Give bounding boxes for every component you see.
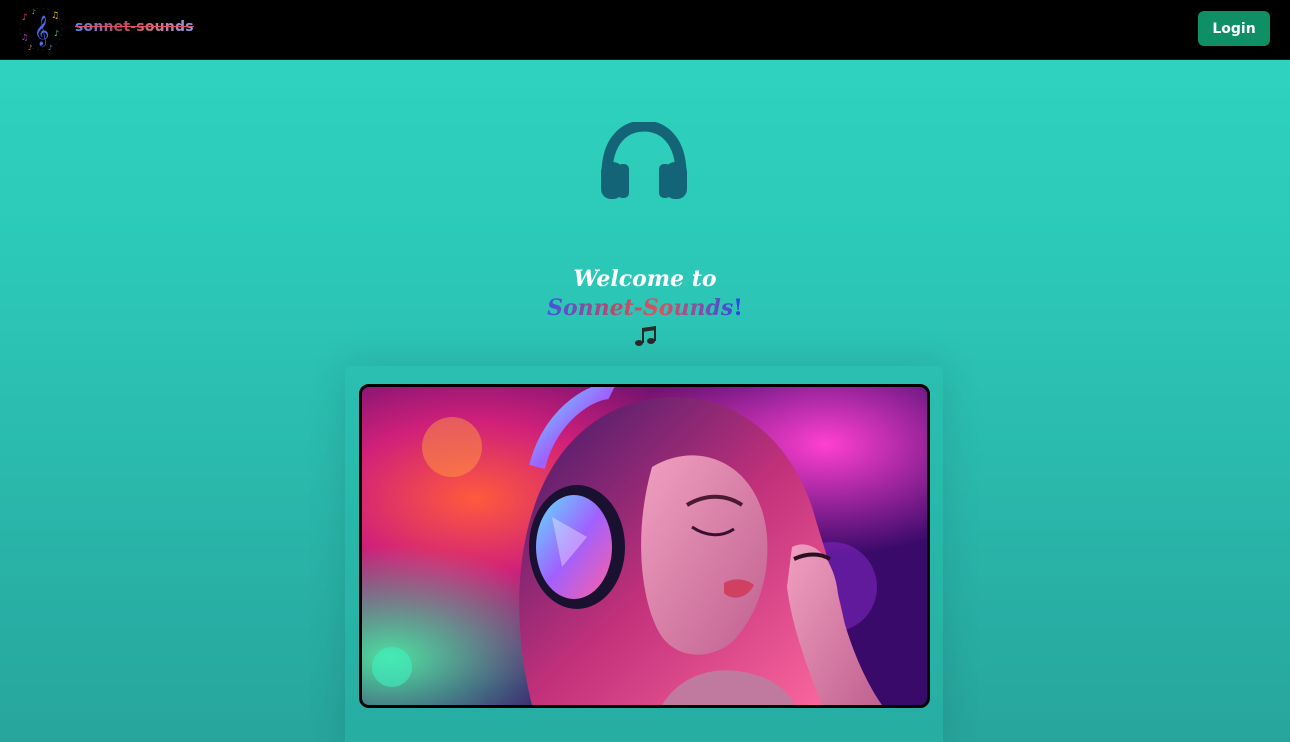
welcome-heading: Welcome to Sonnet-Sounds!: [0, 264, 1290, 348]
svg-text:♪: ♪: [32, 9, 36, 16]
headphones-icon: [601, 122, 687, 199]
welcome-line: Welcome to: [573, 266, 717, 292]
brand-name[interactable]: sonnet-sounds: [75, 19, 194, 35]
welcome-brand: Sonnet-Sounds: [547, 295, 734, 321]
navbar: 𝄞 ♪ ♫ ♪ ♫ ♪ ♪ ♪ sonnet-sounds Login: [0, 0, 1290, 60]
music-notes-logo-icon[interactable]: 𝄞 ♪ ♫ ♪ ♫ ♪ ♪ ♪: [18, 6, 64, 52]
woman-headphones-illustration: [362, 387, 927, 705]
svg-text:♪: ♪: [48, 44, 52, 52]
svg-text:𝄞: 𝄞: [34, 15, 49, 47]
welcome-exclaim: !: [733, 295, 743, 321]
svg-text:♪: ♪: [28, 44, 32, 52]
login-button[interactable]: Login: [1198, 11, 1270, 46]
svg-text:♪: ♪: [22, 13, 28, 23]
hero-image: [359, 384, 930, 708]
welcome-brand-line: Sonnet-Sounds!: [0, 294, 1290, 322]
music-notes-icon: [635, 326, 656, 346]
svg-text:♪: ♪: [54, 29, 59, 38]
svg-text:♫: ♫: [51, 11, 59, 21]
svg-text:♫: ♫: [21, 33, 28, 42]
